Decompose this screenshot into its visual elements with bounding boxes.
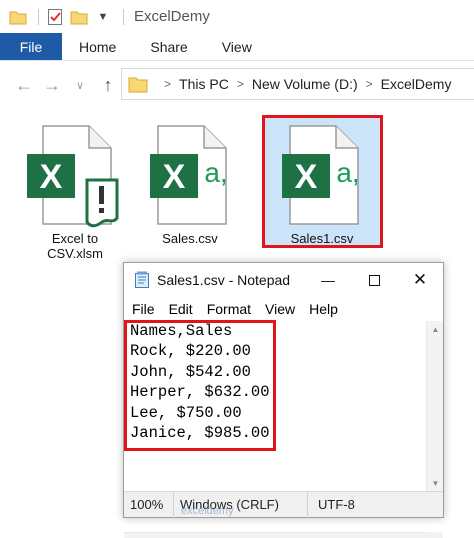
notepad-icon xyxy=(134,271,150,289)
file-label: Sales1.csv xyxy=(290,231,354,246)
scroll-up-icon[interactable]: ▲ xyxy=(427,321,444,337)
file-item-sales1-csv[interactable]: X a, Sales1.csv xyxy=(272,124,372,246)
toolbar-separator xyxy=(123,8,124,25)
up-arrow-icon[interactable]: ↑ xyxy=(94,71,122,99)
tab-home[interactable]: Home xyxy=(62,33,133,60)
menu-format[interactable]: Format xyxy=(207,301,251,317)
notepad-text-area[interactable]: Names,Sales Rock, $220.00 John, $542.00 … xyxy=(124,320,443,538)
tab-share[interactable]: Share xyxy=(133,33,204,60)
menu-edit[interactable]: Edit xyxy=(169,301,193,317)
notepad-title: Sales1.csv - Notepad xyxy=(157,272,291,288)
menu-help[interactable]: Help xyxy=(309,301,338,317)
svg-text:X: X xyxy=(295,158,318,196)
text-line: Names,Sales xyxy=(130,322,233,340)
properties-icon[interactable] xyxy=(45,7,65,27)
breadcrumb-this-pc[interactable]: This PC xyxy=(179,76,229,92)
status-encoding: UTF-8 xyxy=(318,497,355,512)
minimize-icon[interactable]: — xyxy=(305,263,351,297)
folder-icon xyxy=(8,7,28,27)
recent-locations-chevron-icon[interactable]: ∨ xyxy=(66,71,94,99)
ribbon-tabs: File Home Share View xyxy=(0,33,474,61)
navigation-row: ← → ∨ ↑ > This PC > New Volume (D:) > Ex… xyxy=(0,62,474,108)
breadcrumb-chevron-icon[interactable]: > xyxy=(366,77,373,91)
notepad-menu-bar: File Edit Format View Help xyxy=(124,297,443,321)
svg-text:a,: a, xyxy=(336,157,359,188)
breadcrumb-chevron-icon[interactable]: > xyxy=(164,77,171,91)
scrollbar-corner xyxy=(426,532,443,538)
tab-view[interactable]: View xyxy=(205,33,269,60)
forward-arrow-icon[interactable]: → xyxy=(38,71,66,99)
scroll-left-icon[interactable]: ◀ xyxy=(124,533,140,538)
breadcrumb-new-volume[interactable]: New Volume (D:) xyxy=(252,76,358,92)
file-item-sales-csv[interactable]: X a, Sales.csv xyxy=(140,124,240,246)
back-arrow-icon[interactable]: ← xyxy=(10,71,38,99)
svg-text:a,: a, xyxy=(204,157,227,188)
notepad-status-bar: 100% Windows (CRLF) UTF-8 xyxy=(124,491,443,518)
svg-text:X: X xyxy=(163,158,186,196)
excel-csv-file-icon: X a, xyxy=(150,125,228,225)
breadcrumb-exceldemy[interactable]: ExcelDemy xyxy=(381,76,452,92)
customize-toolbar-icon[interactable]: ▼ xyxy=(93,7,113,27)
file-item-excel-to-csv[interactable]: X Excel to CSV.xlsm xyxy=(24,124,126,261)
breadcrumb-chevron-icon[interactable]: > xyxy=(237,77,244,91)
maximize-icon[interactable] xyxy=(351,263,397,297)
close-icon[interactable]: ✕ xyxy=(397,263,443,297)
scroll-down-icon[interactable]: ▼ xyxy=(427,475,444,491)
text-line: Herper, $632.00 xyxy=(130,383,270,402)
tab-file[interactable]: File xyxy=(0,33,62,60)
menu-file[interactable]: File xyxy=(132,301,155,317)
excel-macro-file-icon: X xyxy=(27,125,119,228)
notepad-content: Names,Sales Rock, $220.00 John, $542.00 … xyxy=(128,321,428,443)
window-title: ExcelDemy xyxy=(134,8,210,25)
text-line: Rock, $220.00 xyxy=(130,342,251,361)
text-line: John, $542.00 xyxy=(130,362,251,381)
explorer-title-bar: ▼ ExcelDemy xyxy=(0,0,474,33)
address-bar[interactable]: > This PC > New Volume (D:) > ExcelDemy xyxy=(121,68,474,100)
menu-view[interactable]: View xyxy=(265,301,295,317)
text-line: Janice, $985.00 xyxy=(130,424,270,443)
notepad-title-bar[interactable]: Sales1.csv - Notepad — ✕ xyxy=(124,263,443,297)
new-folder-icon[interactable] xyxy=(69,7,89,27)
vertical-scrollbar[interactable]: ▲ ▼ xyxy=(426,321,443,491)
toolbar-separator xyxy=(38,8,39,25)
file-label: Sales.csv xyxy=(162,231,218,246)
horizontal-scrollbar[interactable]: ◀ ▶ xyxy=(124,532,426,538)
text-line: Lee, $750.00 xyxy=(130,403,242,422)
excel-csv-file-icon: X a, xyxy=(282,125,360,225)
file-label: Excel to CSV.xlsm xyxy=(47,231,103,261)
svg-text:X: X xyxy=(40,158,63,196)
status-zoom: 100% xyxy=(124,491,174,518)
watermark: exceldemy xyxy=(181,505,234,517)
scroll-right-icon[interactable]: ▶ xyxy=(410,533,426,538)
notepad-window: Sales1.csv - Notepad — ✕ File Edit Forma… xyxy=(123,262,444,538)
folder-icon xyxy=(128,75,148,93)
